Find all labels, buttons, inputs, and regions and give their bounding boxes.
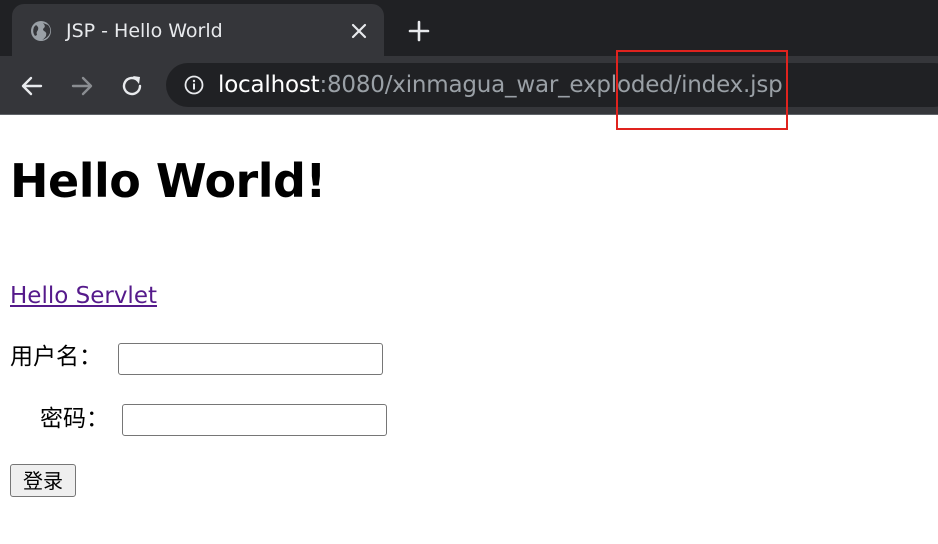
password-field[interactable] bbox=[122, 404, 387, 436]
plus-icon[interactable] bbox=[408, 20, 430, 42]
hello-servlet-link[interactable]: Hello Servlet bbox=[10, 281, 157, 311]
url-host: localhost bbox=[218, 72, 320, 98]
page-content: Hello World! Hello Servlet 用户名： 密码： 登录 bbox=[0, 115, 938, 544]
tab-title: JSP - Hello World bbox=[66, 20, 223, 42]
password-label: 密码： bbox=[40, 406, 109, 432]
arrow-right-icon[interactable] bbox=[69, 73, 95, 99]
login-button[interactable]: 登录 bbox=[10, 464, 76, 497]
arrow-left-icon[interactable] bbox=[19, 73, 45, 99]
address-bar[interactable]: localhost:8080/xinmagua_war_exploded/ind… bbox=[166, 63, 938, 107]
close-icon[interactable] bbox=[350, 22, 368, 40]
page-title: Hello World! bbox=[10, 154, 326, 208]
username-label: 用户名： bbox=[10, 344, 102, 370]
tab-strip: JSP - Hello World bbox=[0, 0, 938, 56]
username-field[interactable] bbox=[118, 343, 383, 375]
browser-toolbar: localhost:8080/xinmagua_war_exploded/ind… bbox=[0, 56, 938, 114]
reload-icon[interactable] bbox=[119, 73, 145, 99]
info-icon[interactable] bbox=[184, 75, 204, 95]
globe-icon bbox=[31, 21, 51, 41]
active-tab[interactable]: JSP - Hello World bbox=[12, 4, 384, 56]
